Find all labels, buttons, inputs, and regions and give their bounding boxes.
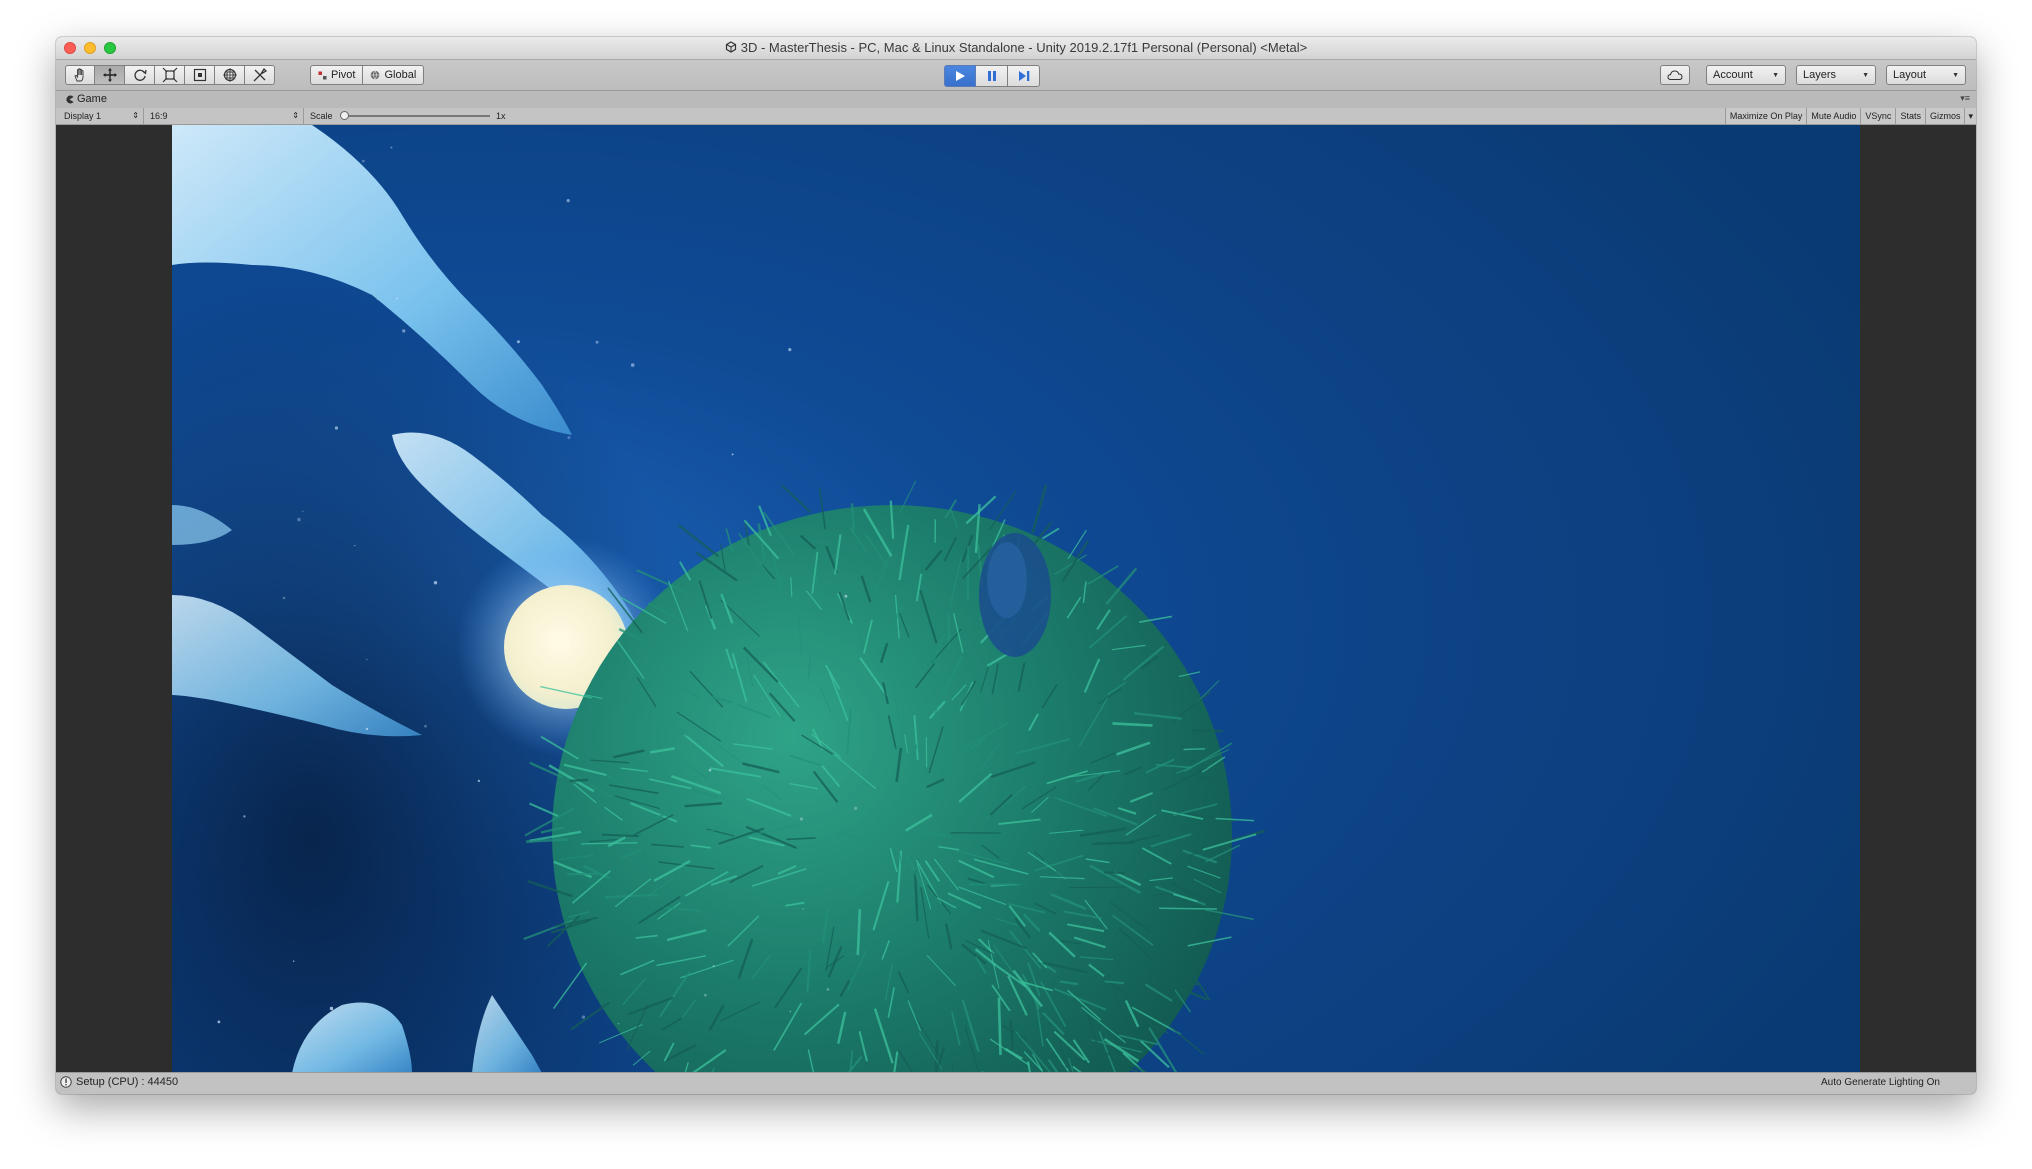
game-view-controls: Display 1 ⇕ 16:9 ⇕ Scale 1x Maximize On … [56, 108, 1976, 125]
global-toggle[interactable]: Global [363, 65, 425, 85]
updown-icon: ⇕ [132, 111, 139, 120]
scale-slider-handle[interactable] [340, 111, 349, 120]
pause-button[interactable] [976, 65, 1008, 87]
toolbar-right-group: Account ▼ Layers ▼ Layout ▼ [1660, 65, 1966, 85]
rotate-tool-button[interactable] [125, 65, 155, 85]
scale-icon [162, 67, 177, 83]
window-title: 3D - MasterThesis - PC, Mac & Linux Stan… [740, 40, 1308, 55]
scale-tool-button[interactable] [155, 65, 185, 85]
night-sky-scene [172, 125, 1860, 1073]
account-dropdown[interactable]: Account ▼ [1706, 65, 1786, 85]
tab-game-label: Game [77, 93, 107, 105]
updown-icon: ⇕ [292, 111, 299, 120]
chevron-down-icon: ▼ [1772, 71, 1779, 79]
stats-toggle[interactable]: Stats [1895, 108, 1925, 124]
scale-slider-track[interactable] [344, 115, 490, 117]
vsync-toggle[interactable]: VSync [1860, 108, 1896, 124]
layers-label: Layers [1803, 69, 1837, 81]
move-icon [102, 68, 117, 82]
display-dropdown[interactable]: Display 1 ⇕ [56, 108, 144, 124]
mute-audio-toggle[interactable]: Mute Audio [1806, 108, 1861, 124]
pacman-icon [66, 95, 74, 103]
game-viewport[interactable] [56, 125, 1976, 1073]
tab-game[interactable]: Game [65, 93, 107, 105]
custom-tool-button[interactable] [245, 65, 275, 85]
scale-value: 1x [496, 111, 506, 121]
transform-tool-button[interactable] [215, 65, 245, 85]
gizmos-toggle[interactable]: Gizmos [1924, 108, 1965, 124]
layout-label: Layout [1893, 69, 1927, 81]
playback-controls [944, 65, 1040, 87]
layers-dropdown[interactable]: Layers ▼ [1796, 65, 1876, 85]
layout-dropdown[interactable]: Layout ▼ [1886, 65, 1966, 85]
handle-position-group: Pivot Global [310, 65, 425, 85]
custom-tool-icon [253, 67, 267, 82]
pivot-toggle[interactable]: Pivot [310, 65, 364, 85]
unity-window: 3D - MasterThesis - PC, Mac & Linux Stan… [56, 37, 1976, 1094]
account-label: Account [1713, 69, 1753, 81]
display-label: Display 1 [64, 111, 102, 121]
main-toolbar: Pivot Global Account ▼ Layers ▼ Layout ▼ [56, 60, 1976, 91]
game-view-tab-strip: Game ▾≡ [56, 91, 1976, 108]
rect-icon [193, 68, 206, 82]
play-button[interactable] [944, 65, 976, 87]
chevron-down-icon: ▼ [1862, 71, 1869, 79]
hand-tool-button[interactable] [65, 65, 95, 85]
rect-tool-button[interactable] [185, 65, 215, 85]
maximize-on-play-toggle[interactable]: Maximize On Play [1724, 108, 1807, 124]
pivot-label: Pivot [331, 69, 356, 81]
pause-icon [987, 71, 996, 81]
chevron-down-icon: ▼ [1952, 71, 1959, 79]
scale-label: Scale [310, 111, 333, 121]
console-status[interactable]: Setup (CPU) : 44450 [60, 1076, 178, 1088]
aspect-label: 16:9 [150, 111, 168, 121]
unity-logo-icon [725, 41, 736, 53]
rotate-icon [133, 69, 147, 81]
transform-icon [222, 68, 237, 82]
lighting-status[interactable]: Auto Generate Lighting On [1821, 1077, 1940, 1088]
collab-cloud-button[interactable] [1660, 65, 1690, 85]
game-render[interactable] [172, 125, 1860, 1073]
title-bar: 3D - MasterThesis - PC, Mac & Linux Stan… [56, 37, 1976, 60]
aspect-dropdown[interactable]: 16:9 ⇕ [144, 108, 304, 124]
info-icon [60, 1076, 72, 1088]
step-icon [1018, 71, 1029, 81]
status-bar: Setup (CPU) : 44450 Auto Generate Lighti… [56, 1072, 1976, 1094]
transform-tools [65, 65, 275, 85]
status-message: Setup (CPU) : 44450 [76, 1076, 179, 1088]
pivot-icon [318, 71, 327, 79]
window-title-container: 3D - MasterThesis - PC, Mac & Linux Stan… [56, 37, 1976, 59]
step-button[interactable] [1008, 65, 1040, 87]
move-tool-button[interactable] [95, 65, 125, 85]
play-icon [956, 71, 965, 81]
hand-icon [74, 68, 84, 82]
cloud-icon [1667, 70, 1683, 80]
gizmos-dropdown-icon[interactable]: ▾ [1964, 108, 1976, 124]
game-view-toggles: Maximize On Play Mute Audio VSync Stats … [1724, 108, 1976, 124]
globe-icon [371, 70, 380, 80]
tab-menu-icon[interactable]: ▾≡ [1960, 93, 1970, 104]
global-label: Global [384, 69, 417, 81]
